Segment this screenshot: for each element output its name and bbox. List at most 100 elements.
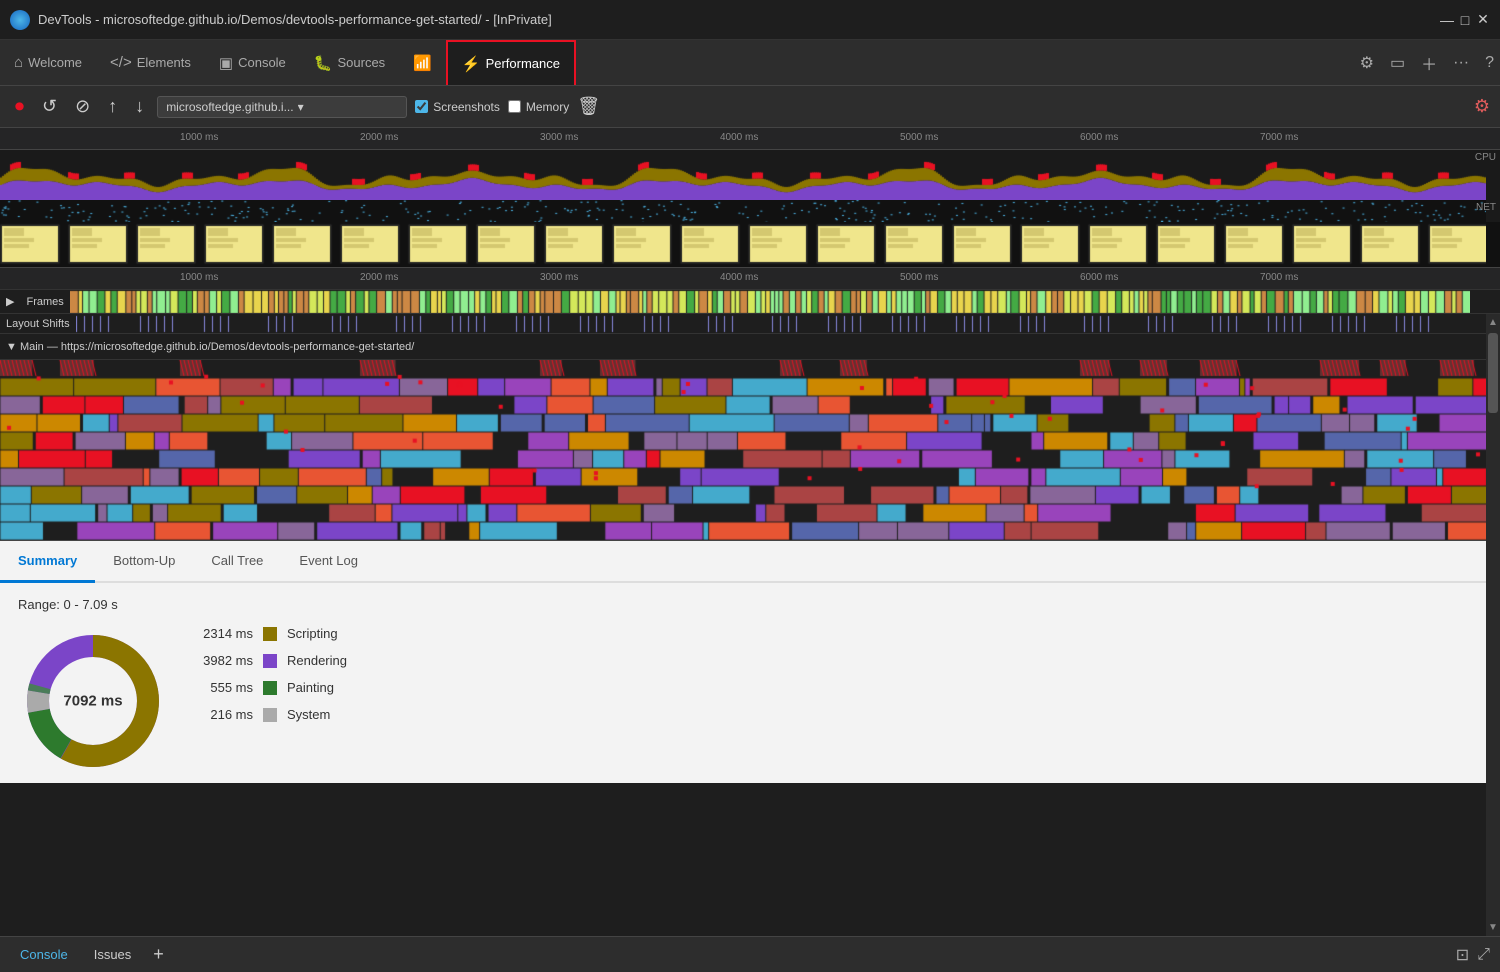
tab-extra-controls: ⚙ ▭ ＋ ··· ? xyxy=(1354,40,1500,85)
net-track: NET xyxy=(0,200,1500,222)
window-title: DevTools - microsoftedge.github.io/Demos… xyxy=(38,12,1432,27)
layout-shifts-visualization xyxy=(76,314,1456,334)
tab-summary-label: Summary xyxy=(18,553,77,568)
footer-console-tab[interactable]: Console xyxy=(10,943,78,966)
tab-performance[interactable]: ⚡ Performance xyxy=(446,40,576,85)
console-icon: ▣ xyxy=(219,54,233,72)
tick-7000: 7000 ms xyxy=(1260,132,1298,143)
help-button[interactable]: ? xyxy=(1479,50,1500,76)
sidebar-tab-button[interactable]: ▭ xyxy=(1384,49,1411,77)
tab-console[interactable]: ▣ Console xyxy=(205,40,300,85)
elements-icon: </> xyxy=(110,54,132,71)
tab-welcome-label: Welcome xyxy=(28,55,82,70)
footer-add-button[interactable]: + xyxy=(147,942,170,967)
refresh-record-button[interactable]: ↺ xyxy=(37,93,62,120)
footer-dock-button[interactable]: ⊡ xyxy=(1456,945,1469,965)
tab-event-log-label: Event Log xyxy=(299,553,358,568)
net-visualization xyxy=(0,200,1486,222)
screenshots-checkbox[interactable] xyxy=(415,100,428,113)
total-ms: 7092 ms xyxy=(63,693,122,710)
tick-4000: 4000 ms xyxy=(720,132,758,143)
tab-elements-label: Elements xyxy=(137,55,191,70)
tab-welcome[interactable]: ⌂ Welcome xyxy=(0,40,96,85)
url-display: microsoftedge.github.i... ▾ xyxy=(157,96,407,118)
scroll-down-arrow[interactable]: ▼ xyxy=(1488,919,1498,936)
minimize-button[interactable]: — xyxy=(1440,13,1454,27)
tab-sources-label: Sources xyxy=(337,55,385,70)
timeline-ruler-top: 1000 ms 2000 ms 3000 ms 4000 ms 5000 ms … xyxy=(0,128,1500,150)
tab-call-tree-label: Call Tree xyxy=(211,553,263,568)
system-label: System xyxy=(287,707,330,722)
memory-label: Memory xyxy=(526,100,569,114)
tab-wifi[interactable]: 📶 xyxy=(399,40,446,85)
tab-bottom-up-label: Bottom-Up xyxy=(113,553,175,568)
tab-performance-label: Performance xyxy=(486,56,560,71)
url-dropdown-icon[interactable]: ▾ xyxy=(298,100,304,114)
tick-1000: 1000 ms xyxy=(180,132,218,143)
cpu-visualization xyxy=(0,150,1486,200)
more-tools-button[interactable]: ··· xyxy=(1447,50,1475,76)
tick-2000: 2000 ms xyxy=(360,132,398,143)
tick-5000: 5000 ms xyxy=(900,132,938,143)
url-text: microsoftedge.github.i... xyxy=(166,100,293,114)
painting-color xyxy=(263,681,277,695)
tab-elements[interactable]: </> Elements xyxy=(96,40,205,85)
tick-3000: 3000 ms xyxy=(540,132,578,143)
net-label: NET xyxy=(1476,202,1496,213)
cpu-label: CPU xyxy=(1475,152,1496,163)
title-bar: DevTools - microsoftedge.github.io/Demos… xyxy=(0,0,1500,40)
tab-console-label: Console xyxy=(238,55,286,70)
tab-sources[interactable]: 🐛 Sources xyxy=(300,40,399,85)
screenshots-label: Screenshots xyxy=(433,100,500,114)
maximize-button[interactable]: □ xyxy=(1458,13,1472,27)
range-label: Range: 0 - 7.09 s xyxy=(18,597,1482,612)
flame-main xyxy=(0,360,1500,540)
summary-content: 7092 ms 2314 ms Scripting 3982 ms Render… xyxy=(18,626,1482,776)
delete-recording-button[interactable]: 🗑 xyxy=(577,96,600,117)
new-tab-button[interactable]: ＋ xyxy=(1415,47,1443,79)
flame-chart-visualization xyxy=(0,360,1486,540)
footer: Console Issues + ⊡ ⤢ xyxy=(0,936,1500,972)
painting-label: Painting xyxy=(287,680,334,695)
tab-call-tree[interactable]: Call Tree xyxy=(193,541,281,583)
record-bar: ⏺ ↺ ⊘ ↑ ↓ microsoftedge.github.i... ▾ Sc… xyxy=(0,86,1500,128)
mid-tick-5000: 5000 ms xyxy=(900,272,938,283)
legend-rendering: 3982 ms Rendering xyxy=(198,653,347,668)
close-button[interactable]: ✕ xyxy=(1476,13,1490,27)
clear-button[interactable]: ⊘ xyxy=(70,93,95,120)
record-button[interactable]: ⏺ xyxy=(10,93,29,120)
footer-icons: ⊡ ⤢ xyxy=(1456,945,1490,965)
tab-event-log[interactable]: Event Log xyxy=(281,541,376,583)
rendering-ms: 3982 ms xyxy=(198,653,253,668)
frames-row: ▶ Frames xyxy=(0,290,1500,314)
mid-tick-7000: 7000 ms xyxy=(1260,272,1298,283)
settings-tab-button[interactable]: ⚙ xyxy=(1354,49,1380,77)
frames-expand-icon[interactable]: ▶ xyxy=(0,295,20,308)
memory-checkbox-group[interactable]: Memory xyxy=(508,100,569,114)
rendering-color xyxy=(263,654,277,668)
legend-painting: 555 ms Painting xyxy=(198,680,347,695)
donut-chart: 7092 ms xyxy=(18,626,168,776)
scroll-thumb[interactable] xyxy=(1488,333,1498,413)
donut-total-label: 7092 ms xyxy=(63,693,122,710)
memory-checkbox[interactable] xyxy=(508,100,521,113)
scroll-up-arrow[interactable]: ▲ xyxy=(1488,314,1498,331)
screenshots-checkbox-group[interactable]: Screenshots xyxy=(415,100,500,114)
footer-screencast-button[interactable]: ⤢ xyxy=(1477,945,1490,965)
screenshot-track xyxy=(0,222,1500,268)
tab-bottom-up[interactable]: Bottom-Up xyxy=(95,541,193,583)
mid-tick-2000: 2000 ms xyxy=(360,272,398,283)
cpu-track: CPU xyxy=(0,150,1500,200)
main-section-header: ▼ Main — https://microsoftedge.github.io… xyxy=(0,334,1500,360)
system-color xyxy=(263,708,277,722)
bottom-tabs: Summary Bottom-Up Call Tree Event Log ▲ xyxy=(0,541,1500,583)
tab-summary[interactable]: Summary xyxy=(0,541,95,583)
footer-issues-tab[interactable]: Issues xyxy=(84,943,142,966)
right-scrollbar: ▲ ▼ xyxy=(1486,314,1500,936)
upload-button[interactable]: ↑ xyxy=(103,93,122,120)
rendering-label: Rendering xyxy=(287,653,347,668)
download-button[interactable]: ↓ xyxy=(130,93,149,120)
legend: 2314 ms Scripting 3982 ms Rendering 555 … xyxy=(198,626,347,722)
capture-settings-button[interactable]: ⚙ xyxy=(1474,96,1490,117)
performance-icon: ⚡ xyxy=(462,55,481,73)
